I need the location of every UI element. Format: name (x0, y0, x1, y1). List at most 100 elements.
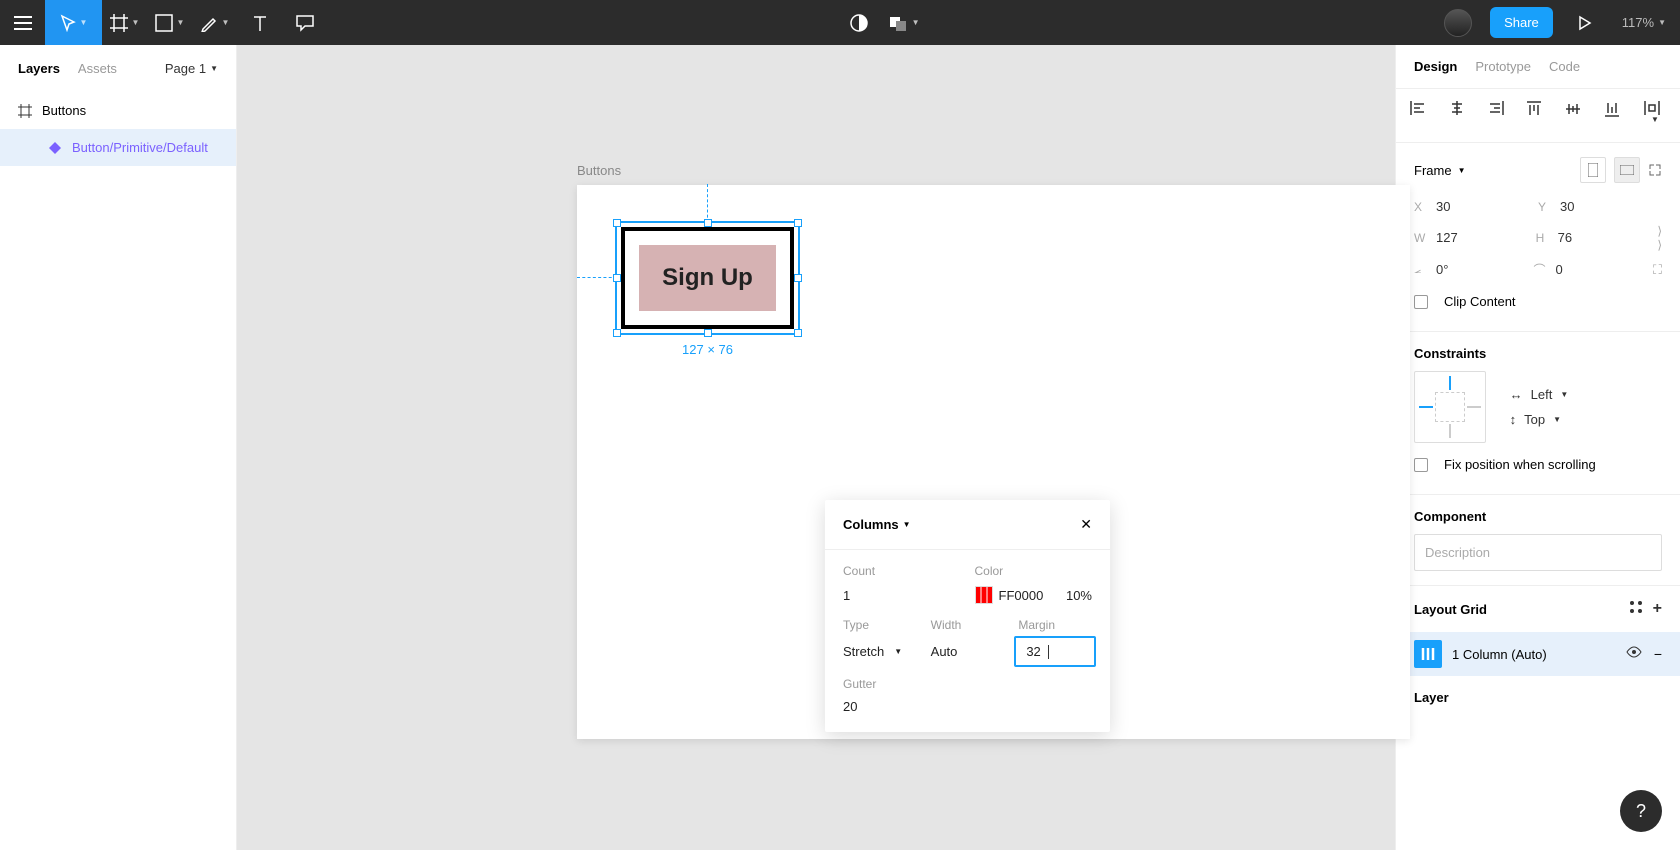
selection-dims: 127 × 76 (617, 342, 798, 357)
v-constraint-dropdown[interactable]: ↕Top▼ (1510, 412, 1569, 427)
margin-label: Margin (1018, 618, 1092, 632)
radius-icon: ⌒ (1533, 261, 1547, 278)
tab-assets[interactable]: Assets (78, 61, 117, 76)
color-swatch[interactable] (975, 586, 993, 604)
columns-icon[interactable] (1414, 640, 1442, 668)
fix-checkbox[interactable] (1414, 458, 1428, 472)
guide-horizontal (577, 277, 617, 278)
description-input[interactable]: Description (1414, 534, 1662, 571)
radius-input[interactable]: 0 (1555, 262, 1562, 277)
angle-icon: ⦟ (1414, 262, 1428, 277)
tab-layers[interactable]: Layers (18, 61, 60, 76)
align-left-icon[interactable] (1410, 101, 1432, 130)
handle-tm[interactable] (704, 219, 712, 227)
user-avatar[interactable] (1435, 0, 1480, 45)
tab-design[interactable]: Design (1414, 59, 1457, 74)
button-text: Sign Up (662, 264, 753, 292)
selection-box[interactable]: Sign Up 127 × 76 (615, 221, 800, 335)
x-input[interactable]: 30 (1436, 199, 1450, 214)
align-right-icon[interactable] (1488, 101, 1510, 130)
color-opacity-input[interactable]: 10% (1066, 588, 1092, 603)
handle-br[interactable] (794, 329, 802, 337)
align-vcenter-icon[interactable] (1566, 101, 1588, 130)
count-label: Count (843, 564, 961, 578)
text-tool[interactable] (237, 0, 282, 45)
zoom-value: 117% (1622, 15, 1654, 30)
align-controls: ▼ (1396, 89, 1680, 143)
align-hcenter-icon[interactable] (1449, 101, 1471, 130)
width-input[interactable]: Auto (931, 640, 1005, 663)
add-grid-icon[interactable]: + (1653, 600, 1662, 618)
grid-styles-icon[interactable] (1629, 600, 1643, 618)
radius-expand-icon[interactable]: ⛶ (1653, 262, 1662, 278)
gutter-input[interactable]: 20 (843, 699, 1092, 714)
h-constraint-dropdown[interactable]: ↔Left▼ (1510, 387, 1569, 402)
tab-code[interactable]: Code (1549, 59, 1580, 74)
layout-grid-row[interactable]: 1 Column (Auto) − (1396, 632, 1680, 676)
v-arrow-icon: ↕ (1510, 412, 1517, 427)
handle-ml[interactable] (613, 274, 621, 282)
layer-frame-buttons[interactable]: Buttons (0, 92, 236, 129)
color-input[interactable]: FF000010% (975, 586, 1093, 604)
frame-dropdown[interactable]: Frame (1414, 163, 1452, 178)
component-tool[interactable]: ▼ (881, 0, 926, 45)
component-title: Component (1414, 509, 1662, 524)
component-icon (48, 141, 62, 155)
share-button[interactable]: Share (1490, 7, 1553, 38)
page-dropdown[interactable]: Page 1▼ (165, 61, 218, 76)
frame-tool[interactable]: ▼ (102, 0, 147, 45)
layer-title: Layer (1414, 690, 1662, 705)
menu-button[interactable] (0, 0, 45, 45)
resize-to-fit-icon[interactable] (1648, 157, 1662, 183)
handle-mr[interactable] (794, 274, 802, 282)
h-arrow-icon: ↔ (1510, 387, 1523, 402)
align-bottom-icon[interactable] (1605, 101, 1627, 130)
w-input[interactable]: 127 (1436, 230, 1458, 245)
align-top-icon[interactable] (1527, 101, 1549, 130)
canvas-area[interactable]: Buttons Sign Up 127 × 76 Columns▼ ✕ Coun (237, 45, 1395, 850)
color-label: Color (975, 564, 1093, 578)
present-button[interactable] (1563, 0, 1608, 45)
tab-prototype[interactable]: Prototype (1475, 59, 1531, 74)
handle-tr[interactable] (794, 219, 802, 227)
pen-tool[interactable]: ▼ (192, 0, 237, 45)
remove-grid-icon[interactable]: − (1654, 646, 1662, 662)
frame-label[interactable]: Buttons (577, 163, 621, 178)
y-input[interactable]: 30 (1560, 199, 1574, 214)
count-input[interactable]: 1 (843, 586, 961, 604)
gutter-label: Gutter (843, 677, 1092, 691)
link-dims-icon[interactable]: ⟩⟩ (1657, 224, 1662, 252)
orient-portrait[interactable] (1580, 157, 1606, 183)
clip-checkbox[interactable] (1414, 295, 1428, 309)
contrast-icon[interactable] (836, 0, 881, 45)
constraints-box[interactable] (1414, 371, 1486, 443)
layers-panel: Layers Assets Page 1▼ Buttons Button/Pri… (0, 45, 237, 850)
rotation-input[interactable]: 0° (1436, 262, 1448, 277)
shape-tool[interactable]: ▼ (147, 0, 192, 45)
columns-popup: Columns▼ ✕ Count Color 1 FF000010% Type … (825, 500, 1110, 732)
popup-title-dropdown[interactable]: Columns▼ (843, 517, 911, 532)
type-dropdown[interactable]: Stretch▼ (843, 640, 917, 663)
handle-bm[interactable] (704, 329, 712, 337)
layer-button-primitive[interactable]: Button/Primitive/Default (0, 129, 236, 166)
move-tool[interactable]: ▼ (45, 0, 102, 45)
design-panel: Design Prototype Code ▼ Frame▼ X (1395, 45, 1680, 850)
handle-bl[interactable] (613, 329, 621, 337)
frame-icon (18, 104, 32, 118)
zoom-dropdown[interactable]: 117%▼ (1608, 15, 1680, 30)
constraints-title: Constraints (1414, 346, 1662, 361)
close-icon[interactable]: ✕ (1080, 516, 1092, 533)
button-outer-stroke: Sign Up (621, 227, 794, 329)
top-toolbar: ▼ ▼ ▼ ▼ ▼ Share 117%▼ (0, 0, 1680, 45)
h-input[interactable]: 76 (1558, 230, 1572, 245)
help-button[interactable]: ? (1620, 790, 1662, 832)
distribute-icon[interactable]: ▼ (1644, 101, 1666, 130)
width-label: Width (931, 618, 1005, 632)
orient-landscape[interactable] (1614, 157, 1640, 183)
handle-tl[interactable] (613, 219, 621, 227)
button-fill: Sign Up (639, 245, 776, 311)
margin-input[interactable]: 32 (1014, 636, 1096, 667)
layout-grid-title: Layout Grid (1414, 602, 1487, 617)
comment-tool[interactable] (282, 0, 327, 45)
eye-icon[interactable] (1626, 646, 1642, 662)
